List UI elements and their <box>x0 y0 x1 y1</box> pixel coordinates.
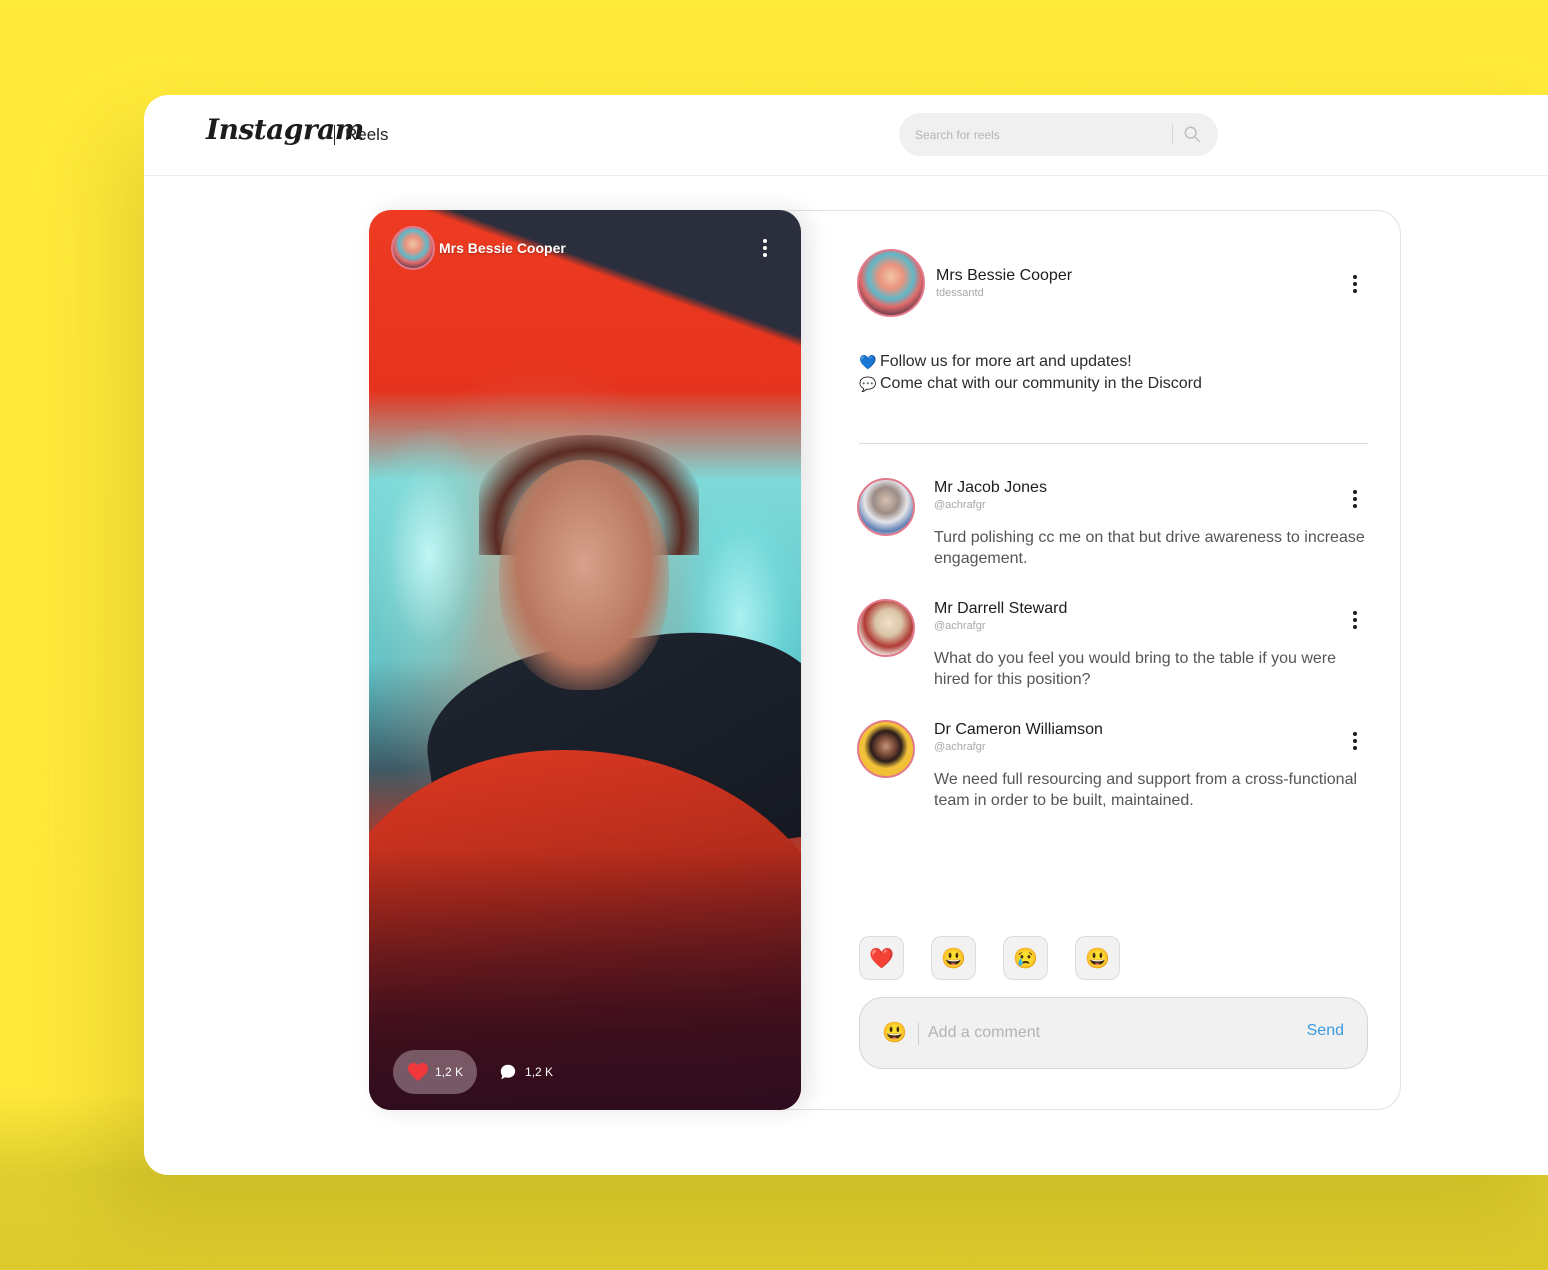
post-author[interactable]: Mrs Bessie Cooper tdessantd <box>857 249 1072 317</box>
heart-reaction-button[interactable]: ❤️ <box>859 936 904 980</box>
post-bio: 💙 Follow us for more art and updates! 💬 … <box>859 351 1202 395</box>
commenter-avatar[interactable] <box>857 599 915 657</box>
commenter-name[interactable]: Mr Darrell Steward <box>934 600 1067 618</box>
composer-divider <box>918 1023 919 1045</box>
comment-composer: 😃 Send <box>859 997 1368 1069</box>
section-title: Reels <box>345 125 389 144</box>
search-icon[interactable] <box>1183 125 1201 143</box>
like-count: 1,2 K <box>435 1065 464 1079</box>
reel-author-name[interactable]: Mrs Bessie Cooper <box>439 240 566 256</box>
commenter-avatar[interactable] <box>857 720 915 778</box>
search-input[interactable] <box>915 113 1165 156</box>
comment-meta: Dr Cameron Williamson @achrafgr <box>934 721 1103 753</box>
kebab-menu-icon <box>1353 611 1357 615</box>
send-button[interactable]: Send <box>1307 1022 1344 1040</box>
comment-text: We need full resourcing and support from… <box>934 771 1358 809</box>
post-author-name[interactable]: Mrs Bessie Cooper <box>936 267 1072 285</box>
reel-video[interactable]: Mrs Bessie Cooper 1,2 K 1,2 K <box>369 210 801 1110</box>
bio-divider <box>859 443 1368 444</box>
post-author-info: Mrs Bessie Cooper tdessantd <box>936 267 1072 299</box>
bio-line: 💬 Come chat with our community in the Di… <box>859 373 1202 395</box>
comment-meta: Mr Jacob Jones @achrafgr <box>934 479 1047 511</box>
comment-text: Turd polishing cc me on that but drive a… <box>934 529 1365 567</box>
comment-menu-button[interactable] <box>1349 611 1361 629</box>
search-bar[interactable] <box>899 113 1218 156</box>
comment-text: What do you feel you would bring to the … <box>934 650 1337 688</box>
emoji-picker-icon[interactable]: 😃 <box>882 1020 907 1045</box>
post-author-handle: tdessantd <box>936 287 984 299</box>
post-menu-button[interactable] <box>1349 275 1361 293</box>
kebab-menu-icon <box>1353 275 1357 279</box>
like-button[interactable]: 1,2 K <box>393 1050 478 1094</box>
logo-divider <box>334 125 335 145</box>
post-author-avatar[interactable] <box>857 249 925 317</box>
search-divider <box>1172 124 1173 144</box>
quick-reactions: ❤️ 😃 😢 😃 <box>859 936 1120 980</box>
top-bar: Instagram Reels <box>144 95 1548 176</box>
kebab-menu-icon <box>763 239 767 243</box>
reel-author[interactable]: Mrs Bessie Cooper <box>391 226 566 270</box>
smile-reaction-button[interactable]: 😃 <box>931 936 976 980</box>
comment-meta: Mr Darrell Steward @achrafgr <box>934 600 1067 632</box>
heart-icon <box>408 1062 428 1082</box>
comment-menu-button[interactable] <box>1349 490 1361 508</box>
app-window: Instagram Reels Mrs Bessie Cooper <box>144 95 1548 1175</box>
cry-reaction-button[interactable]: 😢 <box>1003 936 1048 980</box>
commenter-name[interactable]: Dr Cameron Williamson <box>934 721 1103 739</box>
commenter-handle: @achrafgr <box>934 620 986 632</box>
commenter-name[interactable]: Mr Jacob Jones <box>934 479 1047 497</box>
reel-menu-button[interactable] <box>759 239 771 257</box>
bio-text: Come chat with our community in the Disc… <box>880 375 1202 392</box>
bio-text: Follow us for more art and updates! <box>880 353 1132 370</box>
comments-button[interactable]: 1,2 K <box>499 1063 553 1081</box>
instagram-logo[interactable]: Instagram <box>206 113 364 146</box>
kebab-menu-icon <box>1353 732 1357 736</box>
commenter-avatar[interactable] <box>857 478 915 536</box>
reel-author-avatar[interactable] <box>391 226 435 270</box>
grin-reaction-button[interactable]: 😃 <box>1075 936 1120 980</box>
comment-input[interactable] <box>928 998 1288 1068</box>
video-subject-face <box>499 460 669 690</box>
comment-count: 1,2 K <box>525 1065 554 1079</box>
blue-heart-icon: 💙 <box>859 354 877 370</box>
commenter-handle: @achrafgr <box>934 499 986 511</box>
comment-menu-button[interactable] <box>1349 732 1361 750</box>
commenter-handle: @achrafgr <box>934 741 986 753</box>
kebab-menu-icon <box>1353 490 1357 494</box>
bio-line: 💙 Follow us for more art and updates! <box>859 351 1202 373</box>
speech-bubble-icon: 💬 <box>859 376 877 392</box>
speech-bubble-icon <box>500 1064 516 1080</box>
neon-glow-left <box>369 430 489 680</box>
reel-stats: 1,2 K 1,2 K <box>393 1050 553 1094</box>
